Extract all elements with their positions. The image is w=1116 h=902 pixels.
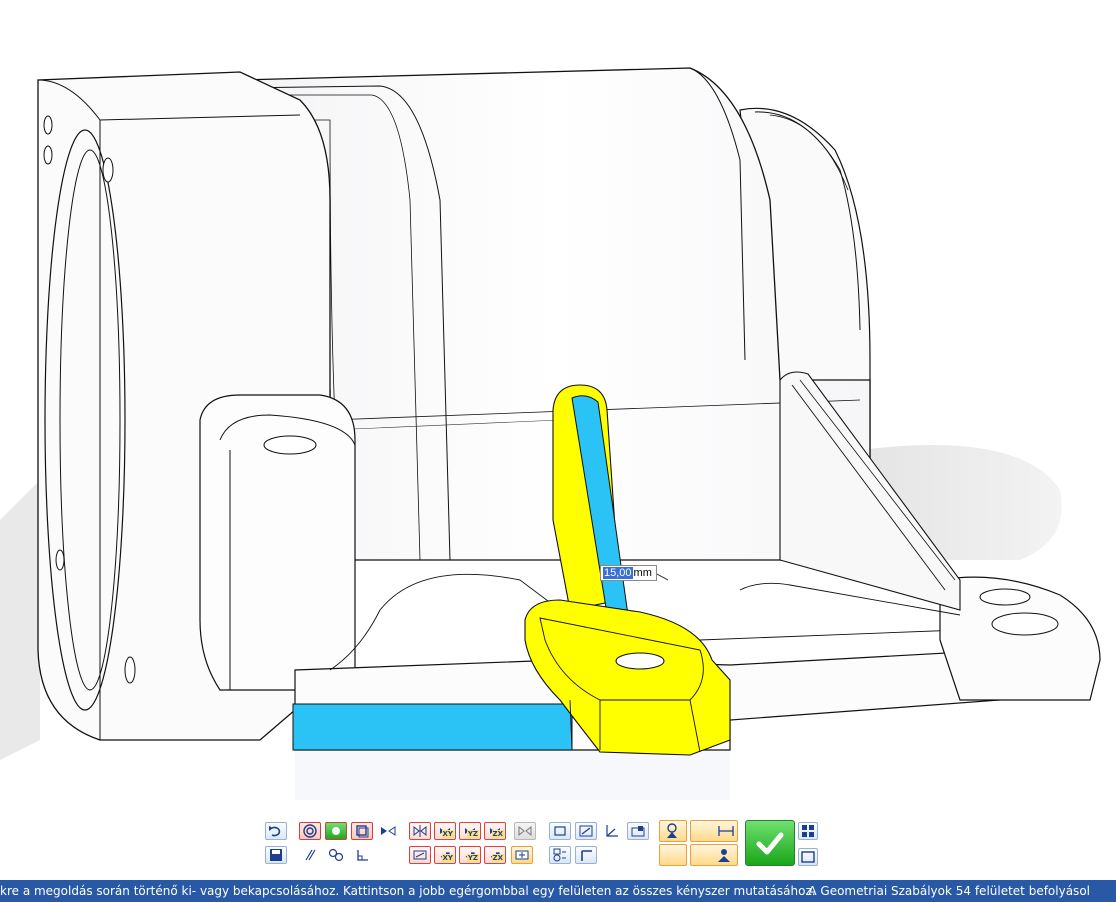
symmetry-xy-label: XY [441, 830, 454, 838]
tangent-arcs-icon [328, 848, 344, 862]
symmetric-button[interactable] [377, 822, 399, 840]
layout-grid-button[interactable] [798, 822, 818, 840]
dimension-unit: mm [633, 567, 652, 579]
symmetry-button[interactable] [409, 822, 431, 840]
options-button[interactable] [659, 844, 687, 866]
symmetry-zx-button[interactable]: ZX [484, 822, 506, 840]
offset-xy-button[interactable]: XY [434, 846, 456, 864]
live-rules-toolbar: XY YZ ZX XY YZ ZX [0, 818, 1116, 870]
perpendicular-button[interactable] [351, 846, 373, 864]
symmetric-icon [381, 826, 396, 836]
coaxial-button[interactable] [549, 846, 571, 864]
offset-yz-label: YZ [466, 854, 479, 862]
cad-part-render [0, 67, 1101, 800]
accept-button[interactable] [745, 820, 795, 866]
model-viewport[interactable]: 15,00 mm [0, 0, 1116, 812]
relax-icon [667, 823, 677, 838]
coplanar-icon [356, 825, 369, 838]
corner-button[interactable] [575, 846, 597, 864]
offset-plane-icon [413, 850, 427, 860]
window-icon [801, 851, 815, 863]
ground-shadow-left [0, 480, 40, 760]
coaxial-icon [553, 848, 566, 862]
status-rules-count: A Geometriai Szabályok 54 felületet befo… [808, 884, 1090, 898]
symmetry-yz-button[interactable]: YZ [459, 822, 481, 840]
status-bar: kre a megoldás során történő ki- vagy be… [0, 880, 1116, 902]
dimension-lock-button[interactable] [690, 820, 738, 842]
offset-yz-button[interactable]: YZ [459, 846, 481, 864]
corner-icon [581, 850, 592, 861]
offset-zx-label: ZX [491, 854, 504, 862]
offset-zx-button[interactable]: ZX [484, 846, 506, 864]
offset-xy-label: XY [441, 854, 454, 862]
horizontal-vertical-icon [554, 826, 566, 836]
dimension-value: 15,00 [603, 567, 633, 579]
tangent-icon [332, 827, 340, 835]
dimension-lock-icon [718, 826, 734, 836]
symmetry-zx-label: ZX [491, 830, 504, 838]
grid-icon [802, 825, 814, 837]
parallel-button[interactable] [299, 846, 321, 864]
align-axis-button[interactable] [575, 822, 597, 840]
axis-system-button[interactable] [601, 822, 623, 840]
dimension-leader [654, 572, 669, 581]
save-icon [270, 849, 282, 861]
horizontal-vertical-button[interactable] [549, 822, 571, 840]
symmetry-xy-button[interactable]: XY [434, 822, 456, 840]
custom-plane-icon [515, 850, 529, 860]
coplanar-button[interactable] [351, 822, 373, 840]
dimension-value-field[interactable]: 15,00 mm [600, 565, 657, 581]
concentric-button[interactable] [299, 822, 321, 840]
options-icon [664, 847, 682, 863]
window-button[interactable] [798, 848, 818, 866]
perpendicular-icon [357, 850, 368, 861]
axis-system-icon [606, 825, 618, 837]
rule-lock-button[interactable] [690, 844, 738, 866]
custom-plane-button[interactable] [511, 846, 533, 864]
face-align-button[interactable] [627, 822, 649, 840]
status-message: kre a megoldás során történő ki- vagy be… [0, 884, 816, 898]
align-axis-icon [579, 825, 593, 837]
undo-button[interactable] [265, 822, 287, 840]
selected-base-face [292, 703, 573, 751]
symmetry-off-button[interactable] [514, 822, 536, 840]
offset-plane-button[interactable] [409, 846, 431, 864]
concentric-icon [303, 824, 317, 838]
symmetry-yz-label: YZ [466, 830, 479, 838]
rule-lock-icon [718, 849, 730, 862]
parallel-icon [305, 849, 316, 861]
face-align-icon [631, 826, 645, 837]
tangent-arcs-button[interactable] [325, 846, 347, 864]
save-button[interactable] [265, 846, 287, 864]
reflection [295, 750, 730, 800]
relax-button[interactable] [659, 820, 687, 842]
symmetry-off-icon [518, 825, 532, 837]
tangent-button[interactable] [325, 822, 347, 840]
undo-icon [269, 826, 281, 837]
accept-check-icon [756, 832, 784, 855]
symmetry-icon [413, 825, 427, 837]
